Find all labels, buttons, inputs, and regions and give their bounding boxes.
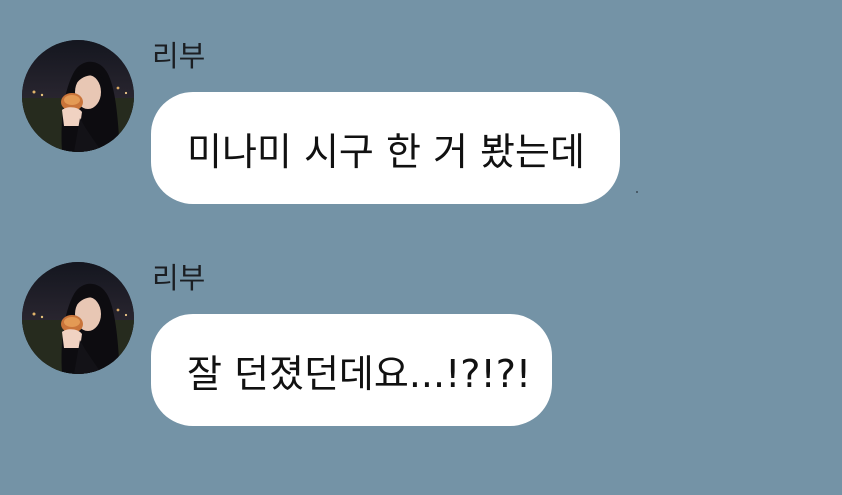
message-bubble[interactable]: 잘 던졌던데요...!?!?! (151, 314, 552, 426)
background-speck (636, 191, 638, 193)
message-text: 잘 던졌던데요...!?!?! (187, 351, 532, 396)
sender-avatar[interactable] (22, 262, 134, 374)
sender-name: 리부 (152, 261, 206, 295)
message-bubble[interactable]: 미나미 시구 한 거 봤는데 (151, 92, 620, 204)
sender-name: 리부 (152, 39, 206, 73)
profile-photo-avatar (22, 262, 134, 374)
chat-area: 리부 미나미 시구 한 거 봤는데 리부 잘 던졌던데요...!?!?! (0, 0, 842, 495)
message-text: 미나미 시구 한 거 봤는데 (187, 129, 585, 174)
profile-photo-avatar (22, 40, 134, 152)
sender-avatar[interactable] (22, 40, 134, 152)
